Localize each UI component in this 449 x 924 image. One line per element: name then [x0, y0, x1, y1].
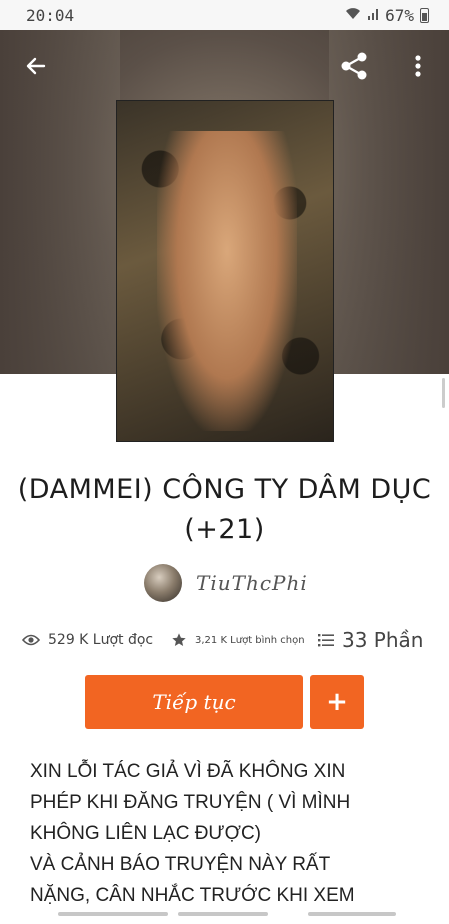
- more-vertical-icon: [415, 55, 421, 77]
- description-line: PHÉP KHI ĐĂNG TRUYỆN ( VÌ MÌNH: [30, 792, 351, 813]
- description-line: NẶNG, CÂN NHẮC TRƯỚC KHI XEM: [30, 885, 355, 906]
- signal-icon: [367, 8, 379, 23]
- story-stats: 529 K Lượt đọc 3,21 K Lượt bình chọn 33 …: [0, 622, 449, 658]
- author-name: TiuThcPhi: [196, 571, 308, 595]
- wifi-icon: [345, 7, 361, 23]
- parts-count: 33 Phần: [342, 628, 424, 652]
- status-bar: 20:04 67%: [0, 0, 449, 30]
- share-icon: [341, 52, 367, 80]
- nav-back-button[interactable]: [308, 912, 396, 916]
- share-button[interactable]: [336, 48, 372, 84]
- battery-percent: 67%: [385, 5, 414, 25]
- story-title-line-1: (DAMMEI) CÔNG TY DÂM DỤC: [17, 474, 432, 505]
- description-line: VÀ CẢNH BÁO TRUYỆN NÀY RẤT: [30, 854, 331, 875]
- back-button[interactable]: [18, 48, 54, 84]
- star-icon: [172, 633, 186, 646]
- votes-stat: 3,21 K Lượt bình chọn: [171, 622, 305, 658]
- avatar: [144, 564, 182, 602]
- status-indicators: 67%: [345, 6, 429, 25]
- story-title-line-2: (+21): [184, 514, 265, 545]
- nav-home-button[interactable]: [178, 912, 268, 916]
- description-line: XIN LỖI TÁC GIẢ VÌ ĐÃ KHÔNG XIN: [30, 761, 346, 782]
- story-cover-image: [116, 100, 334, 442]
- reads-count: 529 K Lượt đọc: [48, 632, 154, 648]
- list-icon: [318, 634, 334, 647]
- add-to-library-button[interactable]: +: [310, 675, 364, 729]
- description-line: KHÔNG LIÊN LẠC ĐƯỢC): [30, 823, 261, 844]
- eye-icon: [22, 634, 40, 646]
- scrollbar[interactable]: [442, 378, 445, 408]
- continue-reading-button[interactable]: Tiếp tục: [85, 675, 303, 729]
- battery-icon: [420, 7, 429, 23]
- votes-count: 3,21 K Lượt bình chọn: [195, 634, 305, 646]
- author-link[interactable]: TiuThcPhi: [144, 564, 308, 602]
- story-title: (DAMMEI) CÔNG TY DÂM DỤC (+21): [0, 470, 449, 550]
- nav-recent-button[interactable]: [58, 912, 168, 916]
- story-description: XIN LỖI TÁC GIẢ VÌ ĐÃ KHÔNG XIN PHÉP KHI…: [30, 756, 430, 906]
- more-options-button[interactable]: [403, 48, 433, 84]
- arrow-left-icon: [26, 57, 46, 75]
- reads-stat: 529 K Lượt đọc: [22, 622, 153, 658]
- status-time: 20:04: [26, 5, 75, 25]
- parts-stat[interactable]: 33 Phần: [318, 622, 423, 658]
